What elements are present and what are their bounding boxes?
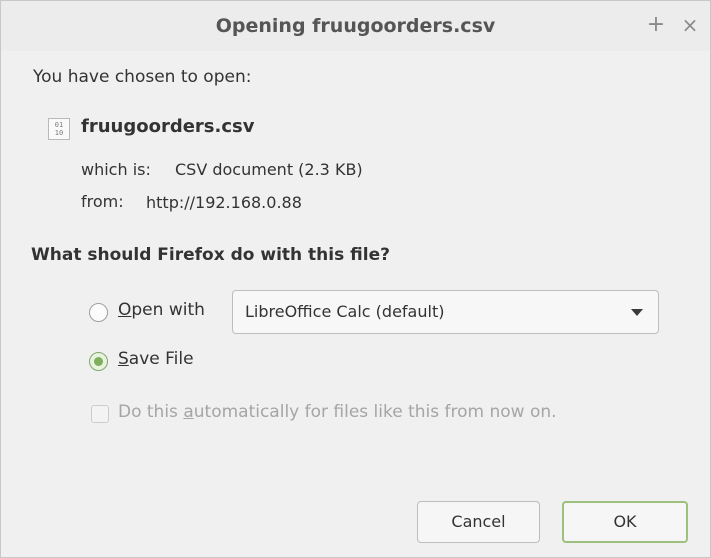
- which-is-label: which is:: [81, 160, 151, 179]
- auto-action-mnemonic: a: [183, 402, 194, 422]
- open-with-app-select[interactable]: LibreOffice Calc (default): [232, 290, 659, 334]
- save-file-radio[interactable]: [89, 352, 108, 371]
- save-file-label-rest: ave File: [128, 349, 194, 369]
- ok-button[interactable]: OK: [562, 501, 688, 543]
- open-with-mnemonic: O: [118, 300, 132, 320]
- window-title: Opening fruugoorders.csv: [215, 15, 496, 37]
- file-name: fruugoorders.csv: [81, 116, 255, 137]
- source-url-value: http://192.168.0.88: [146, 193, 302, 212]
- open-with-label-rest: pen with: [131, 300, 205, 320]
- question-heading: What should Firefox do with this file?: [31, 245, 390, 265]
- file-type-value: CSV document (2.3 KB): [175, 160, 363, 179]
- dropdown-arrow-icon: [631, 309, 643, 316]
- auto-action-label-after: utomatically for files like this from no…: [193, 402, 557, 422]
- open-with-radio[interactable]: [89, 303, 108, 322]
- maximize-icon[interactable]: +: [644, 11, 668, 39]
- download-dialog: Opening fruugoorders.csv + × You have ch…: [0, 0, 711, 558]
- save-file-label[interactable]: Save File: [118, 349, 194, 369]
- save-file-mnemonic: S: [118, 349, 129, 369]
- csv-file-icon: 01 10: [48, 118, 70, 140]
- cancel-button[interactable]: Cancel: [417, 501, 540, 543]
- auto-action-label-before: Do this: [118, 402, 184, 422]
- auto-action-checkbox: [91, 405, 109, 423]
- auto-action-label: Do this automatically for files like thi…: [118, 402, 557, 422]
- intro-text: You have chosen to open:: [33, 67, 252, 87]
- close-icon[interactable]: ×: [678, 11, 702, 39]
- open-with-label[interactable]: Open with: [118, 300, 205, 320]
- from-label: from:: [81, 192, 124, 211]
- open-with-app-value: LibreOffice Calc (default): [245, 302, 445, 321]
- title-bar: Opening fruugoorders.csv + ×: [1, 1, 710, 51]
